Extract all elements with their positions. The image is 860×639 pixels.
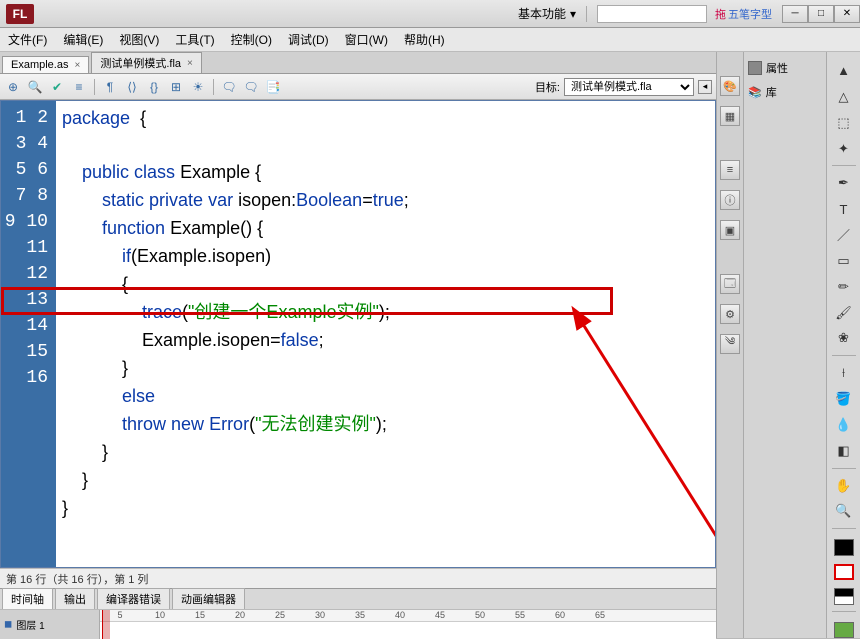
menu-help[interactable]: 帮助(H)	[404, 31, 445, 48]
layer-row[interactable]: ◼图层 1	[0, 610, 100, 639]
right-panels: 🎨 ▦ ≡ ⓘ ▣ 🗔 ⚙ ༄ 属性 📚库	[716, 52, 826, 638]
info-panel-icon[interactable]: ⓘ	[720, 190, 740, 210]
line-tool-icon[interactable]: ／	[832, 224, 856, 246]
menu-bar: 文件(F) 编辑(E) 视图(V) 工具(T) 控制(O) 调试(D) 窗口(W…	[0, 28, 860, 52]
zoom-tool-icon[interactable]: 🔍	[832, 500, 856, 522]
close-button[interactable]: ✕	[834, 5, 860, 23]
tab-example-as[interactable]: Example.as×	[2, 56, 89, 73]
minimize-button[interactable]: ─	[782, 5, 808, 23]
transform-panel-icon[interactable]: ▣	[720, 220, 740, 240]
rectangle-tool-icon[interactable]: ▭	[832, 250, 856, 272]
selection-tool-icon[interactable]: ▲	[832, 60, 856, 82]
tab-motion-editor[interactable]: 动画编辑器	[172, 588, 245, 609]
playhead[interactable]	[102, 610, 110, 639]
library-panel-button[interactable]: 📚库	[748, 84, 822, 100]
target-select[interactable]: 测试单例模式.fla	[564, 78, 694, 96]
status-bar: 第 16 行（共 16 行），第 1 列	[0, 568, 716, 588]
swap-colors-icon[interactable]	[834, 588, 854, 604]
app-logo: FL	[6, 4, 34, 24]
debug-icon[interactable]: 🗨	[220, 78, 238, 96]
menu-window[interactable]: 窗口(W)	[345, 31, 388, 48]
bookmark-icon[interactable]: 📑	[264, 78, 282, 96]
eraser-tool-icon[interactable]: ◧	[832, 440, 856, 462]
behaviors-panel-icon[interactable]: ༄	[720, 334, 740, 354]
close-icon[interactable]: ×	[187, 58, 193, 69]
fill-color[interactable]	[834, 564, 854, 581]
library-icon: 📚	[748, 86, 762, 99]
paint-bucket-tool-icon[interactable]: 🪣	[832, 388, 856, 410]
properties-panel-button[interactable]: 属性	[748, 60, 822, 76]
code-editor[interactable]: 1 2 3 4 5 6 7 8 9 10 11 12 13 14 15 16 p…	[0, 100, 716, 568]
bone-tool-icon[interactable]: ⟊	[832, 362, 856, 384]
menu-edit[interactable]: 编辑(E)	[63, 31, 103, 48]
menu-debug[interactable]: 调试(D)	[288, 31, 329, 48]
swatches-panel-icon[interactable]: ▦	[720, 106, 740, 126]
find-icon[interactable]: 🔍	[26, 78, 44, 96]
tab-test-fla[interactable]: 测试单例模式.fla×	[91, 52, 202, 73]
components-panel-icon[interactable]: ⚙	[720, 304, 740, 324]
lasso-tool-icon[interactable]: ✦	[832, 138, 856, 160]
title-bar: FL 基本功能▾ 🔍 拖五笔字型 ─ □ ✕	[0, 0, 860, 28]
bottom-panel: 时间轴 输出 编译器错误 动画编辑器 ◼图层 1 510152025303540…	[0, 588, 716, 638]
line-gutter: 1 2 3 4 5 6 7 8 9 10 11 12 13 14 15 16	[1, 101, 56, 567]
hint-icon[interactable]: ¶	[101, 78, 119, 96]
pencil-tool-icon[interactable]: ✏	[832, 276, 856, 298]
eyedropper-tool-icon[interactable]: 💧	[832, 414, 856, 436]
close-icon[interactable]: ×	[74, 60, 80, 71]
snippet-icon[interactable]: ⟨⟩	[123, 78, 141, 96]
text-tool-icon[interactable]: T	[832, 198, 856, 220]
brush-tool-icon[interactable]: 🖌	[832, 302, 856, 324]
option-swatch[interactable]	[834, 622, 854, 638]
search-input[interactable]	[597, 5, 707, 23]
highlight-annotation	[1, 287, 613, 315]
timeline-ruler[interactable]: 5101520253035404550556065	[100, 610, 716, 639]
tab-compiler-errors[interactable]: 编译器错误	[97, 588, 170, 609]
ime-indicator[interactable]: 拖五笔字型	[715, 6, 772, 22]
panel-collapse-button[interactable]: ◂	[698, 80, 712, 94]
workspace-dropdown[interactable]: 基本功能▾	[518, 5, 576, 22]
subselection-tool-icon[interactable]: △	[832, 86, 856, 108]
library-panel-icon[interactable]: 🗔	[720, 274, 740, 294]
tab-timeline[interactable]: 时间轴	[2, 588, 53, 609]
target-label: 目标:	[535, 79, 560, 95]
pen-tool-icon[interactable]: ✒	[832, 172, 856, 194]
format-icon[interactable]: ≡	[70, 78, 88, 96]
tab-output[interactable]: 输出	[55, 588, 95, 609]
align-panel-icon[interactable]: ≡	[720, 160, 740, 180]
menu-tools[interactable]: 工具(T)	[175, 31, 214, 48]
hand-tool-icon[interactable]: ✋	[832, 475, 856, 497]
menu-control[interactable]: 控制(O)	[231, 31, 272, 48]
color-panel-icon[interactable]: 🎨	[720, 76, 740, 96]
menu-view[interactable]: 视图(V)	[119, 31, 159, 48]
maximize-button[interactable]: □	[808, 5, 834, 23]
comment-icon[interactable]: ⊞	[167, 78, 185, 96]
breakpoint-icon[interactable]: 🗨	[242, 78, 260, 96]
tools-panel: ▲ △ ⬚ ✦ ✒ T ／ ▭ ✏ 🖌 ❀ ⟊ 🪣 💧 ◧ ✋ 🔍	[826, 52, 860, 638]
menu-file[interactable]: 文件(F)	[8, 31, 47, 48]
code-toolbar: ⊕ 🔍 ✔ ≡ ¶ ⟨⟩ {} ⊞ ☀ 🗨 🗨 📑 目标: 测试单例模式.fla…	[0, 74, 716, 100]
document-tabs: Example.as× 测试单例模式.fla×	[0, 52, 716, 74]
add-icon[interactable]: ⊕	[4, 78, 22, 96]
deco-tool-icon[interactable]: ❀	[832, 328, 856, 350]
stroke-color[interactable]	[834, 539, 854, 555]
collapse-icon[interactable]: {}	[145, 78, 163, 96]
code-text[interactable]: package { public class Example { static …	[56, 101, 715, 567]
free-transform-tool-icon[interactable]: ⬚	[832, 112, 856, 134]
check-icon[interactable]: ✔	[48, 78, 66, 96]
properties-icon	[748, 61, 762, 75]
uncomment-icon[interactable]: ☀	[189, 78, 207, 96]
